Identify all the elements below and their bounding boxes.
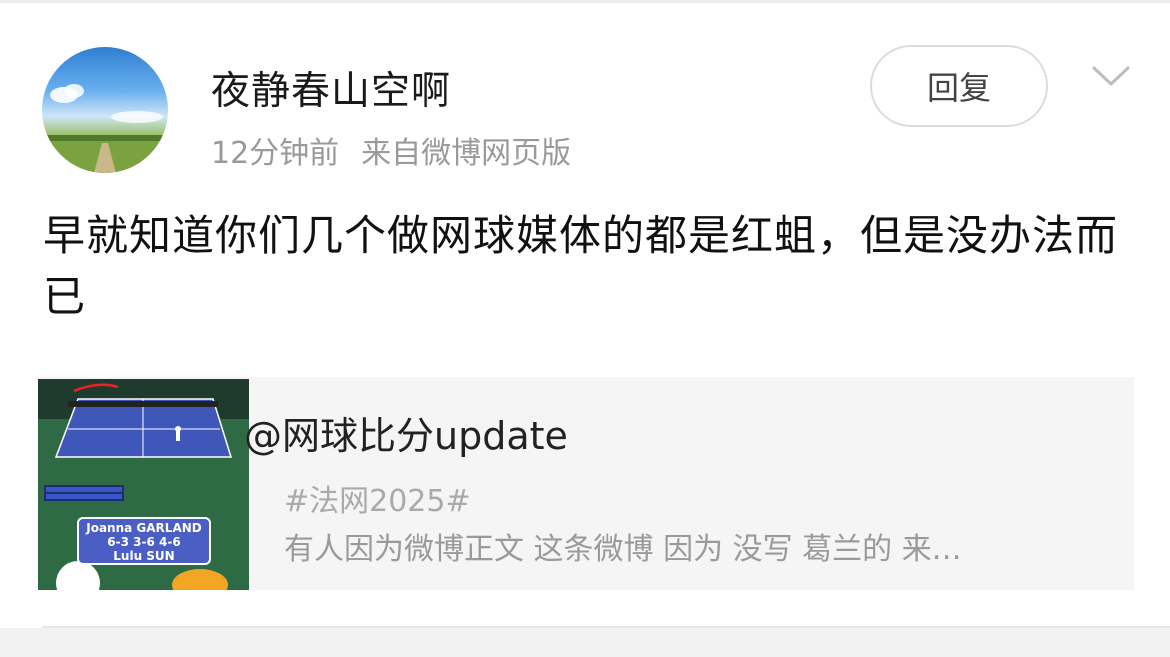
reply-button[interactable]: 回复 xyxy=(870,45,1048,127)
thumb-caption-line1: Joanna GARLAND xyxy=(86,521,202,535)
post-text: 早就知道你们几个做网球媒体的都是红蛆，但是没办法而已 xyxy=(43,211,1119,321)
card-thumbnail[interactable]: Joanna GARLAND 6-3 3-6 4-6 Lulu SUN xyxy=(38,379,249,590)
thumbnail-score-caption: Joanna GARLAND 6-3 3-6 4-6 Lulu SUN xyxy=(77,517,211,565)
username[interactable]: 夜静春山空啊 xyxy=(211,60,451,116)
avatar[interactable] xyxy=(42,47,168,173)
post-time: 12分钟前 xyxy=(211,136,340,171)
chevron-down-icon[interactable] xyxy=(1091,62,1131,92)
post-meta: 12分钟前 来自微博网页版 xyxy=(211,128,593,172)
card-description: 有人因为微博正文 这条微博 因为 没写 葛兰的 来… xyxy=(284,532,962,567)
bottom-bar xyxy=(0,628,1170,657)
thumb-caption-line2: 6-3 3-6 4-6 xyxy=(107,535,181,549)
thumb-caption-line3: Lulu SUN xyxy=(113,549,175,563)
avatar-landscape-image xyxy=(42,84,168,173)
card-hashtag[interactable]: #法网2025# xyxy=(284,476,471,520)
card-title[interactable]: @网球比分update xyxy=(244,405,568,460)
top-divider xyxy=(0,0,1170,3)
post-source: 来自微博网页版 xyxy=(361,136,572,171)
